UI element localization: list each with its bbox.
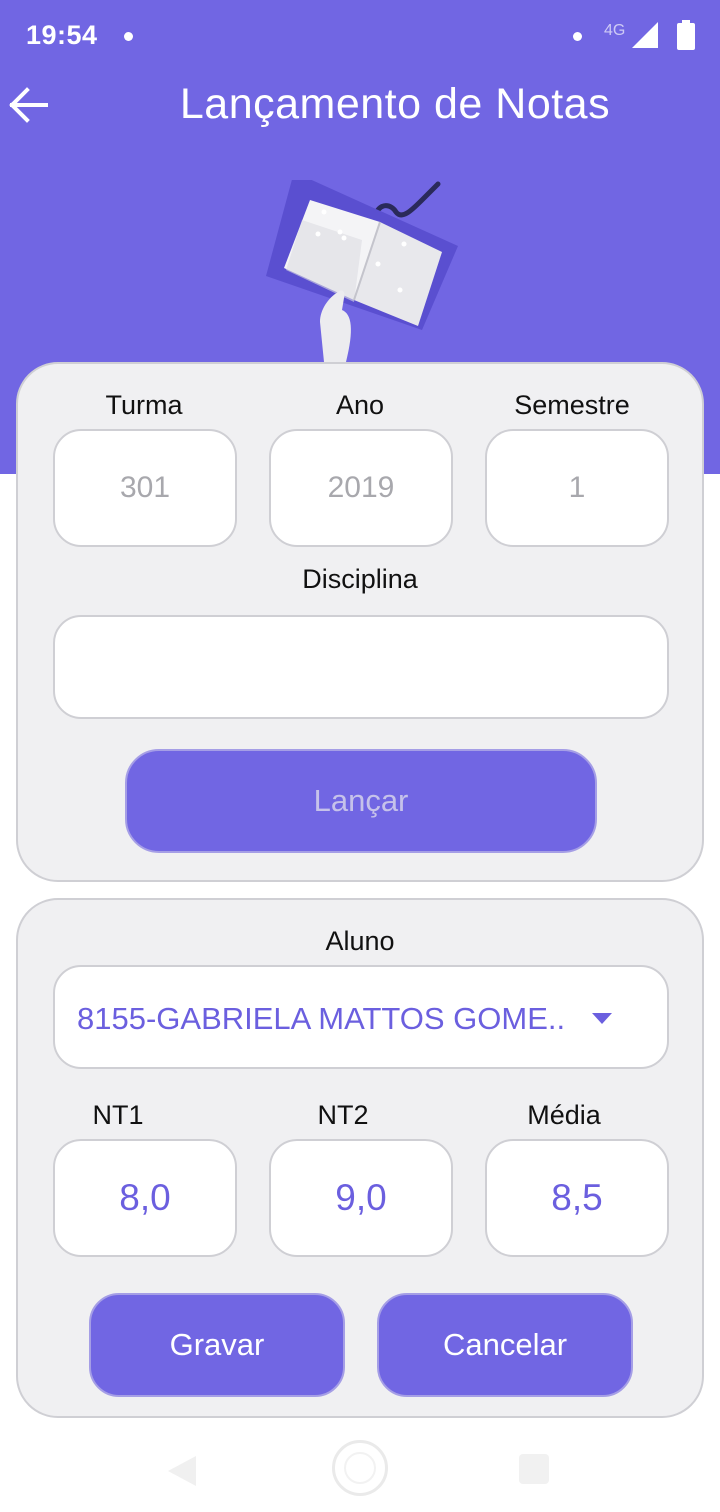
gravar-button[interactable]: Gravar <box>89 1293 345 1397</box>
nt2-input[interactable]: 9,0 <box>269 1139 453 1257</box>
network-type: 4G <box>604 22 626 39</box>
book-illustration <box>266 180 458 362</box>
lancar-button[interactable]: Lançar <box>125 749 597 853</box>
battery-icon <box>677 20 695 50</box>
disciplina-input[interactable] <box>53 615 669 719</box>
aluno-selected-value: 8155-GABRIELA MATTOS GOME.. <box>77 1001 566 1036</box>
nav-recents-icon[interactable] <box>519 1454 549 1484</box>
nt1-input[interactable]: 8,0 <box>53 1139 237 1257</box>
nav-home-inner-ring <box>344 1452 376 1484</box>
ano-input[interactable]: 2019 <box>269 429 453 547</box>
caret-down-icon[interactable] <box>592 1013 612 1024</box>
notification-dot-icon <box>573 32 582 41</box>
turma-input[interactable]: 301 <box>53 429 237 547</box>
nt1-label: NT1 <box>92 1100 144 1130</box>
nav-home-icon[interactable] <box>332 1440 388 1496</box>
status-time: 19:54 <box>26 20 98 50</box>
media-label: Média <box>527 1100 601 1130</box>
class-selection-card: Turma Ano Semestre 301 2019 1 Disciplina… <box>16 362 704 882</box>
system-nav-bar <box>0 1418 720 1512</box>
status-bar: 19:54 4G <box>0 0 720 72</box>
semestre-label: Semestre <box>514 390 630 420</box>
nav-back-icon[interactable] <box>166 1456 198 1486</box>
grades-card: Aluno 8155-GABRIELA MATTOS GOME.. NT1 NT… <box>16 898 704 1418</box>
turma-label: Turma <box>105 390 183 420</box>
aluno-select[interactable]: 8155-GABRIELA MATTOS GOME.. <box>53 965 669 1069</box>
ano-label: Ano <box>335 390 385 420</box>
cancelar-button[interactable]: Cancelar <box>377 1293 633 1397</box>
aluno-label: Aluno <box>325 926 395 956</box>
page-title: Lançamento de Notas <box>179 80 611 128</box>
media-input[interactable]: 8,5 <box>485 1139 669 1257</box>
notification-dot-icon <box>124 32 133 41</box>
semestre-input[interactable]: 1 <box>485 429 669 547</box>
disciplina-label: Disciplina <box>302 564 418 594</box>
nt2-label: NT2 <box>317 1100 369 1130</box>
signal-icon <box>632 22 658 48</box>
